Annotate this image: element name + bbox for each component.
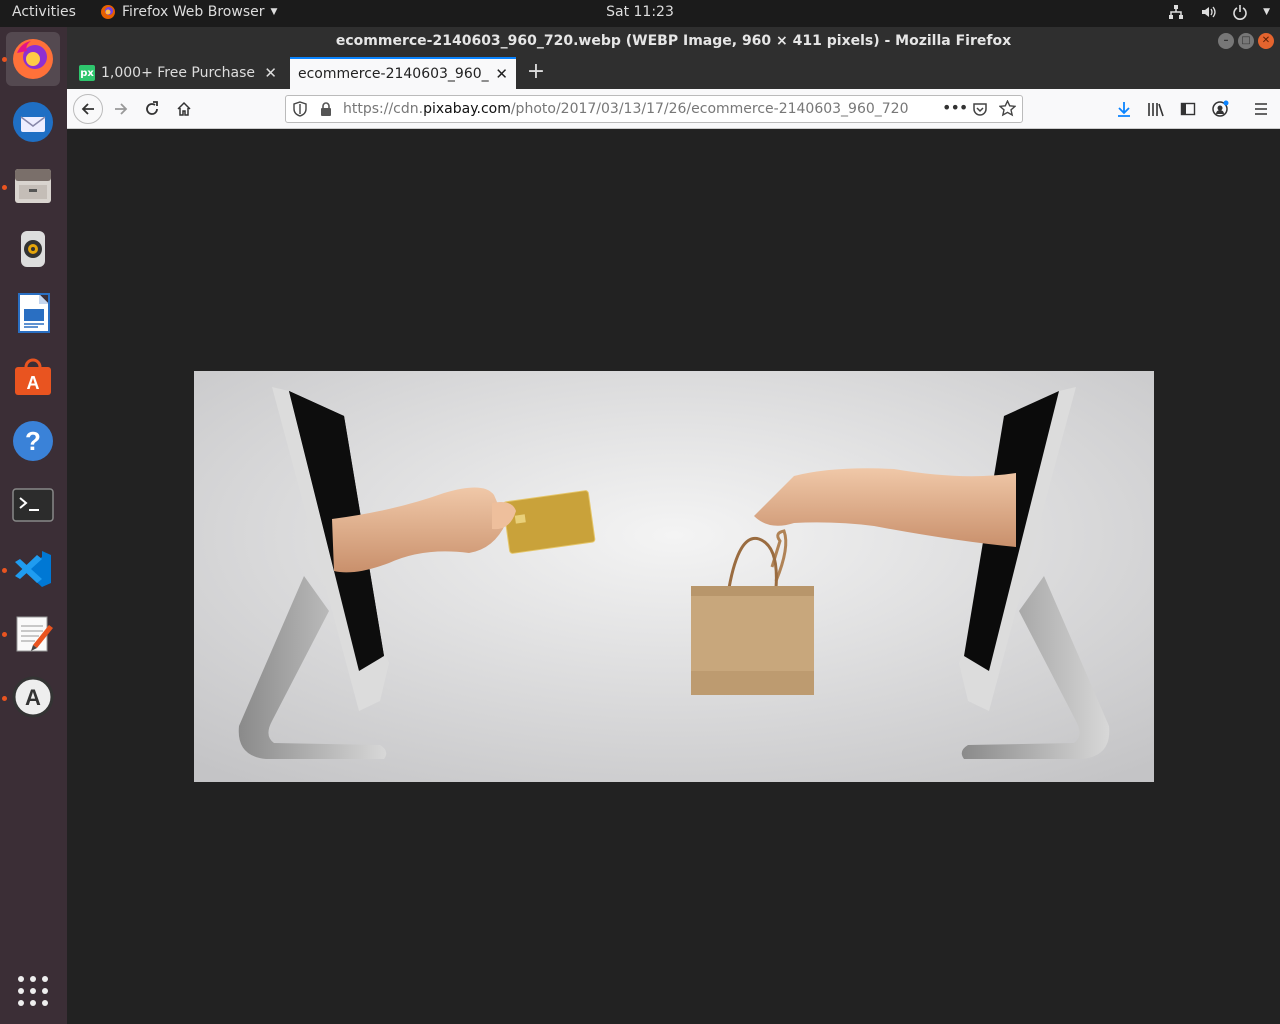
app-menu[interactable]: Firefox Web Browser ▼ (100, 4, 277, 20)
running-indicator (2, 696, 7, 701)
url-path: /photo/2017/03/13/17/26/ecommerce-214060… (510, 101, 908, 117)
running-indicator (2, 632, 7, 637)
forward-button[interactable] (107, 95, 135, 123)
arrow-left-icon (81, 103, 94, 115)
minimize-button[interactable]: – (1218, 33, 1234, 49)
url-prefix: https://cdn. (343, 101, 424, 117)
download-arrow-icon (1118, 102, 1130, 117)
bookmark-star-icon[interactable] (998, 99, 1017, 121)
reload-icon (146, 101, 158, 115)
account-button[interactable] (1206, 95, 1234, 123)
show-applications-button[interactable] (6, 964, 60, 1018)
power-icon[interactable] (1231, 3, 1249, 21)
thunderbird-icon (13, 102, 53, 142)
close-tab-icon[interactable]: ✕ (495, 65, 508, 83)
lock-icon[interactable] (319, 101, 333, 121)
menu-button[interactable] (1247, 95, 1275, 123)
speaker-icon (21, 231, 45, 267)
vscode-icon (15, 551, 51, 587)
tab-ecommerce-image[interactable]: ecommerce-2140603_960_7 ✕ (290, 57, 516, 89)
dock: A ? A (0, 27, 67, 1024)
dock-text-editor[interactable] (6, 606, 60, 660)
sidebar-button[interactable] (1174, 95, 1202, 123)
tab-label: ecommerce-2140603_960_7 (298, 66, 490, 82)
activities-button[interactable]: Activities (12, 4, 76, 20)
dock-software-center[interactable]: A (6, 350, 60, 404)
svg-text:A: A (27, 373, 40, 393)
close-tab-icon[interactable]: ✕ (264, 64, 277, 82)
shopping-bag-icon: A (15, 358, 51, 395)
app-menu-label: Firefox Web Browser (122, 4, 265, 20)
new-tab-button[interactable]: + (523, 59, 549, 85)
running-indicator (2, 568, 7, 573)
firefox-icon (101, 5, 115, 19)
pixabay-icon: px (79, 65, 95, 81)
window-titlebar[interactable]: ecommerce-2140603_960_720.webp (WEBP Ima… (67, 27, 1280, 55)
document-icon (18, 293, 50, 333)
running-indicator (2, 57, 7, 62)
dock-rhythmbox[interactable] (6, 222, 60, 276)
network-icon[interactable] (1167, 3, 1185, 21)
maximize-button[interactable]: □ (1238, 33, 1254, 49)
library-button[interactable] (1142, 95, 1170, 123)
notepad-pencil-icon (16, 616, 53, 652)
dock-files[interactable] (6, 158, 60, 212)
updater-icon: A (12, 676, 54, 718)
back-button[interactable] (73, 94, 103, 124)
volume-icon[interactable] (1199, 3, 1217, 21)
page-content (67, 130, 1280, 1024)
dock-software-updater[interactable]: A (6, 670, 60, 724)
window-title: ecommerce-2140603_960_720.webp (WEBP Ima… (335, 33, 1012, 49)
chevron-down-icon[interactable]: ▼ (1263, 7, 1270, 17)
url-bar[interactable]: https://cdn.pixabay.com/photo/2017/03/13… (285, 95, 1023, 123)
chevron-down-icon: ▼ (270, 7, 278, 17)
help-icon: ? (13, 421, 53, 461)
url-text[interactable]: https://cdn.pixabay.com/photo/2017/03/13… (343, 101, 908, 117)
page-actions-icon[interactable]: ••• (942, 98, 968, 117)
dock-help[interactable]: ? (6, 414, 60, 468)
file-cabinet-icon (15, 169, 51, 203)
downloads-button[interactable] (1110, 95, 1138, 123)
pocket-icon[interactable] (972, 101, 988, 121)
tab-bar: px 1,000+ Free Purchase & S ✕ ecommerce-… (67, 55, 1280, 89)
reload-button[interactable] (138, 95, 166, 123)
tab-pixabay[interactable]: px 1,000+ Free Purchase & S ✕ (71, 57, 285, 89)
home-icon (177, 101, 191, 116)
app-grid-icon (18, 976, 48, 1006)
svg-text:?: ? (25, 426, 41, 456)
dock-firefox[interactable] (6, 32, 60, 86)
ecommerce-image[interactable] (194, 371, 1154, 782)
dock-vscode[interactable] (6, 542, 60, 596)
library-icon (1148, 103, 1164, 117)
dock-terminal[interactable] (6, 478, 60, 532)
terminal-icon (12, 488, 54, 522)
clock[interactable]: Sat 11:23 (606, 4, 674, 20)
home-button[interactable] (170, 95, 198, 123)
running-indicator (2, 185, 7, 190)
tab-label: 1,000+ Free Purchase & S (101, 65, 258, 81)
navigation-toolbar: https://cdn.pixabay.com/photo/2017/03/13… (67, 89, 1280, 129)
dock-thunderbird[interactable] (6, 95, 60, 149)
arrow-right-icon (115, 103, 128, 115)
tracking-protection-icon[interactable] (292, 101, 308, 121)
top-panel: Activities Firefox Web Browser ▼ Sat 11:… (0, 0, 1280, 27)
close-window-button[interactable]: ✕ (1258, 33, 1274, 49)
firefox-icon (13, 39, 53, 79)
sidebar-icon (1180, 102, 1196, 116)
hamburger-menu-icon (1255, 103, 1267, 115)
url-host: pixabay.com (423, 101, 511, 117)
account-icon (1212, 100, 1229, 117)
dock-libreoffice-writer[interactable] (6, 286, 60, 340)
svg-text:A: A (25, 685, 41, 710)
